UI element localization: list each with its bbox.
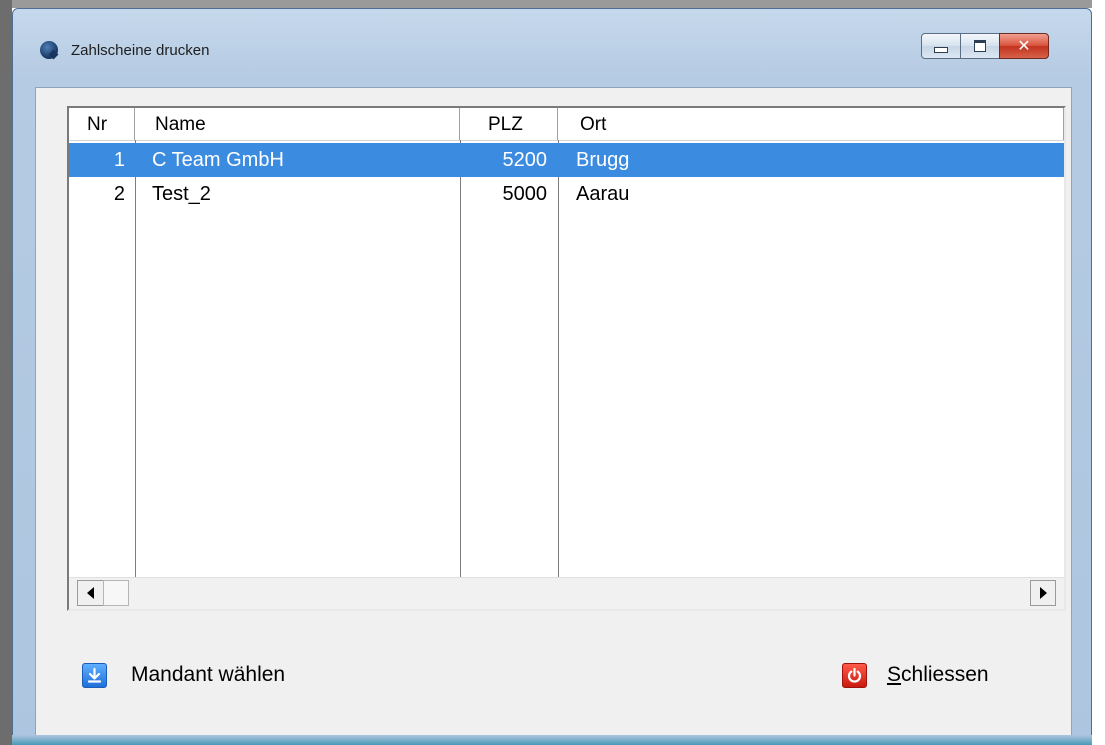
cell-nr: 2 [113, 183, 125, 205]
mandant-list[interactable]: Nr Name PLZ Ort 1 C Team GmbH 5200 Brugg… [67, 106, 1066, 611]
column-header-plz[interactable]: PLZ [460, 108, 558, 140]
scroll-left-button[interactable] [77, 580, 103, 606]
dialog-window: Zahlscheine drucken ✕ Nr Name PLZ Ort 1 … [12, 8, 1092, 745]
desktop-top-edge [0, 0, 1105, 8]
schliessen-button[interactable]: Schliessen [842, 660, 989, 690]
arrow-right-icon [1039, 587, 1047, 599]
dialog-client-area: Nr Name PLZ Ort 1 C Team GmbH 5200 Brugg… [35, 87, 1072, 738]
column-header-name[interactable]: Name [135, 108, 460, 140]
maximize-button[interactable] [960, 33, 1000, 59]
cell-name: Test_2 [152, 183, 211, 205]
close-icon: ✕ [1017, 36, 1031, 55]
cell-plz: 5000 [502, 183, 548, 205]
arrow-left-icon [87, 587, 94, 599]
schliessen-label-rest: chliessen [901, 663, 989, 686]
table-row[interactable]: 1 C Team GmbH 5200 Brugg [69, 143, 1064, 177]
desktop-left-edge [0, 0, 12, 745]
scroll-right-button[interactable] [1030, 580, 1056, 606]
window-bottom-edge [12, 735, 1092, 745]
minimize-icon [934, 47, 948, 53]
maximize-icon [974, 40, 986, 52]
cell-ort: Brugg [576, 149, 630, 171]
horizontal-scrollbar[interactable] [69, 577, 1064, 609]
title-bar[interactable]: Zahlscheine drucken ✕ [13, 9, 1091, 95]
list-header: Nr Name PLZ Ort [69, 108, 1064, 141]
column-header-ort[interactable]: Ort [558, 108, 1064, 140]
table-row[interactable]: 2 Test_2 5000 Aarau [69, 177, 1064, 211]
schliessen-label: Schliessen [887, 663, 989, 687]
mandant-waehlen-button[interactable]: Mandant wählen [82, 660, 285, 690]
cell-ort: Aarau [576, 183, 630, 205]
cell-plz: 5200 [502, 149, 548, 171]
column-header-nr[interactable]: Nr [69, 108, 135, 140]
caption-buttons: ✕ [921, 33, 1049, 61]
download-arrow-icon [82, 662, 107, 688]
column-header-name-label: Name [155, 114, 206, 135]
desktop-right-edge [1092, 0, 1105, 745]
window-title: Zahlscheine drucken [71, 42, 210, 59]
power-icon [842, 662, 867, 688]
cell-nr: 1 [113, 149, 125, 171]
scroll-thumb[interactable] [103, 580, 129, 606]
app-icon [40, 41, 58, 59]
column-header-nr-label: Nr [87, 114, 108, 135]
schliessen-accelerator: S [887, 663, 902, 686]
cell-name: C Team GmbH [152, 149, 284, 171]
minimize-button[interactable] [921, 33, 961, 59]
column-header-ort-label: Ort [580, 114, 607, 135]
close-window-button[interactable]: ✕ [999, 33, 1049, 59]
column-header-plz-label: PLZ [488, 114, 523, 135]
mandant-waehlen-label: Mandant wählen [131, 663, 286, 686]
